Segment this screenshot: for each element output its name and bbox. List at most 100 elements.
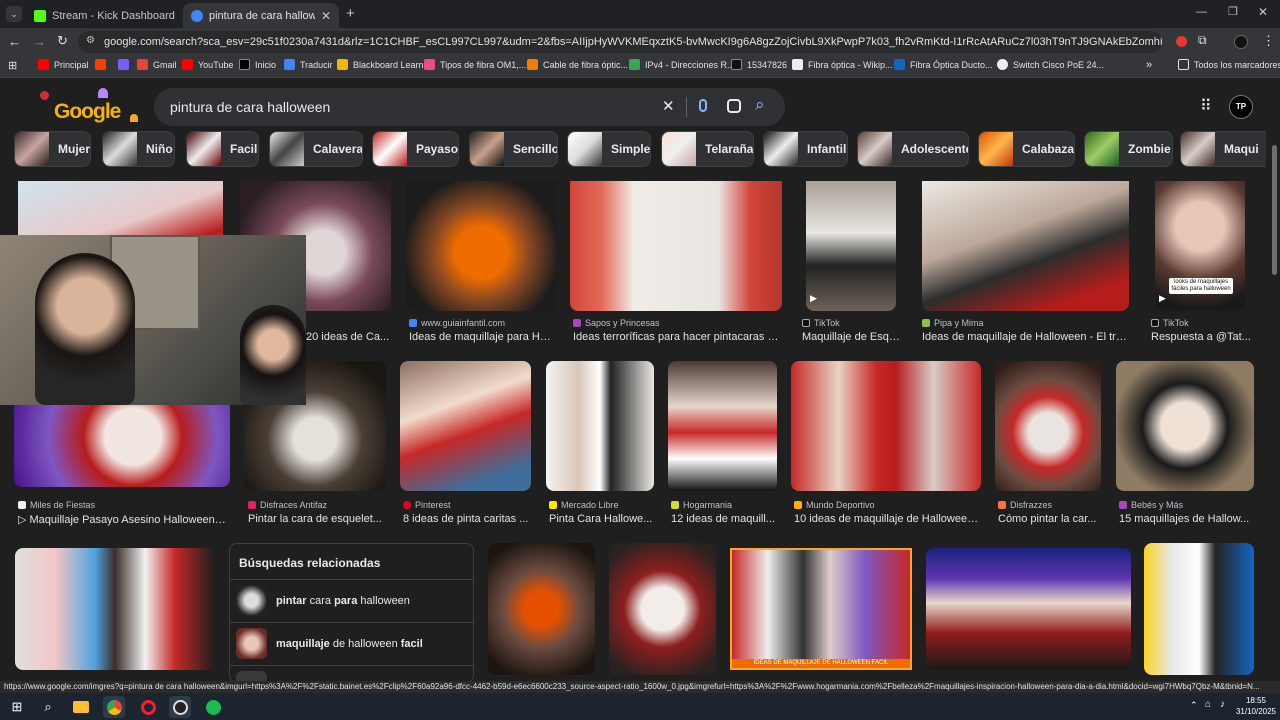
maximize-icon[interactable]: ❐ xyxy=(1228,5,1238,18)
extensions-puzzle-icon[interactable]: ⧉ xyxy=(1198,33,1207,48)
chip-simple[interactable]: Simple xyxy=(567,131,651,167)
chip-sencillo[interactable]: Sencillo xyxy=(469,131,558,167)
chip-payaso[interactable]: Payaso xyxy=(372,131,459,167)
bookmark-item[interactable]: Traducir xyxy=(284,59,333,70)
result-image[interactable] xyxy=(1116,361,1254,491)
result-caption[interactable]: Maquillaje de Esqu... xyxy=(802,331,902,343)
result-image[interactable] xyxy=(15,548,215,670)
tab-kick-dashboard[interactable]: Stream - Kick Dashboard ✕ xyxy=(26,3,182,28)
extension-icon[interactable] xyxy=(1176,36,1187,47)
bookmark-item[interactable]: Tipos de fibra OM1,... xyxy=(424,59,526,70)
result-caption[interactable]: 15 maquillajes de Hallow... xyxy=(1119,513,1253,525)
result-caption[interactable]: 8 ideas de pinta caritas ... xyxy=(403,513,529,525)
result-source[interactable]: Pipa y Mima xyxy=(922,318,984,328)
result-source[interactable]: Bebés y Más xyxy=(1119,500,1183,510)
result-source[interactable]: Miles de Fiestas xyxy=(18,500,95,510)
result-source[interactable]: Mundo Deportivo xyxy=(794,500,875,510)
apps-grid-icon[interactable]: ⠿ xyxy=(1200,96,1212,116)
result-source[interactable]: Disfraces Antifaz xyxy=(248,500,327,510)
bookmark-item[interactable] xyxy=(118,59,129,70)
chip-maquillaje[interactable]: Maqui xyxy=(1180,131,1266,167)
result-image[interactable] xyxy=(406,181,557,311)
network-icon[interactable]: ⌂ xyxy=(1205,699,1211,710)
bookmark-item[interactable]: Principal xyxy=(38,59,89,70)
bookmark-item[interactable]: Cable de fibra óptic... xyxy=(527,59,628,70)
lens-icon[interactable] xyxy=(727,99,741,113)
chip-zombie[interactable]: Zombie xyxy=(1084,131,1173,167)
volume-icon[interactable]: ♪ xyxy=(1220,699,1225,710)
result-image[interactable] xyxy=(668,361,777,491)
result-image[interactable] xyxy=(546,361,654,491)
chip-calavera[interactable]: Calavera xyxy=(269,131,363,167)
scrollbar[interactable] xyxy=(1272,145,1277,275)
chip-facil[interactable]: Facil xyxy=(186,131,259,167)
clock[interactable]: 18:55 31/10/2025 xyxy=(1234,695,1278,717)
result-source[interactable]: Disfrazzes xyxy=(998,500,1052,510)
spotify-icon[interactable] xyxy=(202,696,224,718)
result-image[interactable] xyxy=(488,543,595,675)
related-search-item[interactable]: pintar cara para halloween xyxy=(230,579,473,621)
profile-avatar[interactable] xyxy=(1234,35,1248,49)
result-image[interactable]: looks de maquillajes fáciles para hallow… xyxy=(1155,181,1245,311)
more-bookmarks-icon[interactable]: » xyxy=(1146,59,1152,71)
result-source[interactable]: Hogarmania xyxy=(671,500,732,510)
result-image[interactable] xyxy=(995,361,1101,491)
result-image[interactable]: ▶ xyxy=(806,181,896,311)
search-icon[interactable]: ⌕ xyxy=(755,95,765,115)
result-caption[interactable]: 12 ideas de maquill... xyxy=(671,513,775,525)
account-avatar[interactable]: TP xyxy=(1229,95,1253,119)
result-caption[interactable]: ▷ Maquillaje Pasayo Asesino Halloween - … xyxy=(18,513,228,526)
new-tab-button[interactable]: + xyxy=(346,5,355,22)
reload-icon[interactable]: ↻ xyxy=(57,33,68,49)
bookmark-item[interactable]: Fibra óptica - Wikip... xyxy=(792,59,893,70)
result-image[interactable] xyxy=(1144,543,1254,675)
result-image[interactable] xyxy=(926,548,1131,670)
obs-icon[interactable] xyxy=(169,696,191,718)
bookmark-item[interactable] xyxy=(95,59,106,70)
forward-icon[interactable]: → xyxy=(33,34,46,49)
result-source[interactable]: Pinterest xyxy=(403,500,451,510)
back-icon[interactable]: ← xyxy=(8,34,21,49)
bookmark-item[interactable]: 15347826 xyxy=(731,59,787,70)
related-search-item[interactable]: maquillaje de halloween facil xyxy=(230,622,473,664)
result-image[interactable]: IDEAS DE MAQUILLAJE DE HALLOWEEN FACIL xyxy=(730,548,912,670)
start-icon[interactable]: ⊞ xyxy=(6,696,28,718)
close-icon[interactable]: ✕ xyxy=(181,9,182,23)
result-image[interactable] xyxy=(791,361,981,491)
result-image[interactable] xyxy=(400,361,531,491)
bookmark-item[interactable]: Fibra Óptica Ducto... xyxy=(894,59,993,70)
tab-search-icon[interactable]: ⌄ xyxy=(6,6,22,22)
search-icon[interactable]: ⌕ xyxy=(37,696,59,718)
result-caption[interactable]: Ideas terroríficas para hacer pintacaras… xyxy=(573,331,779,343)
search-input[interactable]: pintura de cara halloween ✕ ⌕ xyxy=(154,88,785,126)
chip-mujer[interactable]: Mujer xyxy=(14,131,91,167)
chrome-icon[interactable] xyxy=(103,696,125,718)
result-caption[interactable]: Pinta Cara Hallowe... xyxy=(549,513,653,525)
result-source[interactable]: Sapos y Princesas xyxy=(573,318,660,328)
chip-infantil[interactable]: Infantil xyxy=(763,131,848,167)
result-caption[interactable]: 10 ideas de maquillaje de Halloween... xyxy=(794,513,980,525)
result-image[interactable] xyxy=(922,181,1129,311)
result-caption[interactable]: Cómo pintar la car... xyxy=(998,513,1098,525)
clear-icon[interactable]: ✕ xyxy=(662,97,675,115)
all-bookmarks-folder[interactable]: Todos los marcadores xyxy=(1178,59,1280,70)
chip-telarana[interactable]: Telaraña xyxy=(661,131,754,167)
result-caption[interactable]: Ideas de maquillaje para Ha... xyxy=(409,331,555,343)
bookmark-item[interactable]: Blackboard Learn xyxy=(337,59,424,70)
site-info-icon[interactable]: ⚙ xyxy=(86,35,95,46)
voice-search-icon[interactable] xyxy=(699,99,707,112)
apps-icon[interactable]: ⊞ xyxy=(8,59,17,72)
bookmark-item[interactable]: Gmail xyxy=(137,59,177,70)
result-source[interactable]: TikTok xyxy=(802,318,840,328)
file-explorer-icon[interactable] xyxy=(70,696,92,718)
bookmark-item[interactable]: IPv4 - Direcciones R... xyxy=(629,59,735,70)
tab-google-search[interactable]: pintura de cara halloween - Bus ✕ xyxy=(183,3,339,28)
opera-icon[interactable] xyxy=(137,696,159,718)
menu-icon[interactable]: ⋮ xyxy=(1262,33,1275,49)
result-source[interactable]: www.guiainfantil.com xyxy=(409,318,505,328)
chip-adolescente[interactable]: Adolescente xyxy=(857,131,969,167)
chip-nino[interactable]: Niño xyxy=(102,131,175,167)
google-doodle-logo[interactable]: Google xyxy=(40,88,140,128)
result-image[interactable] xyxy=(570,181,782,311)
result-source[interactable]: TikTok xyxy=(1151,318,1189,328)
